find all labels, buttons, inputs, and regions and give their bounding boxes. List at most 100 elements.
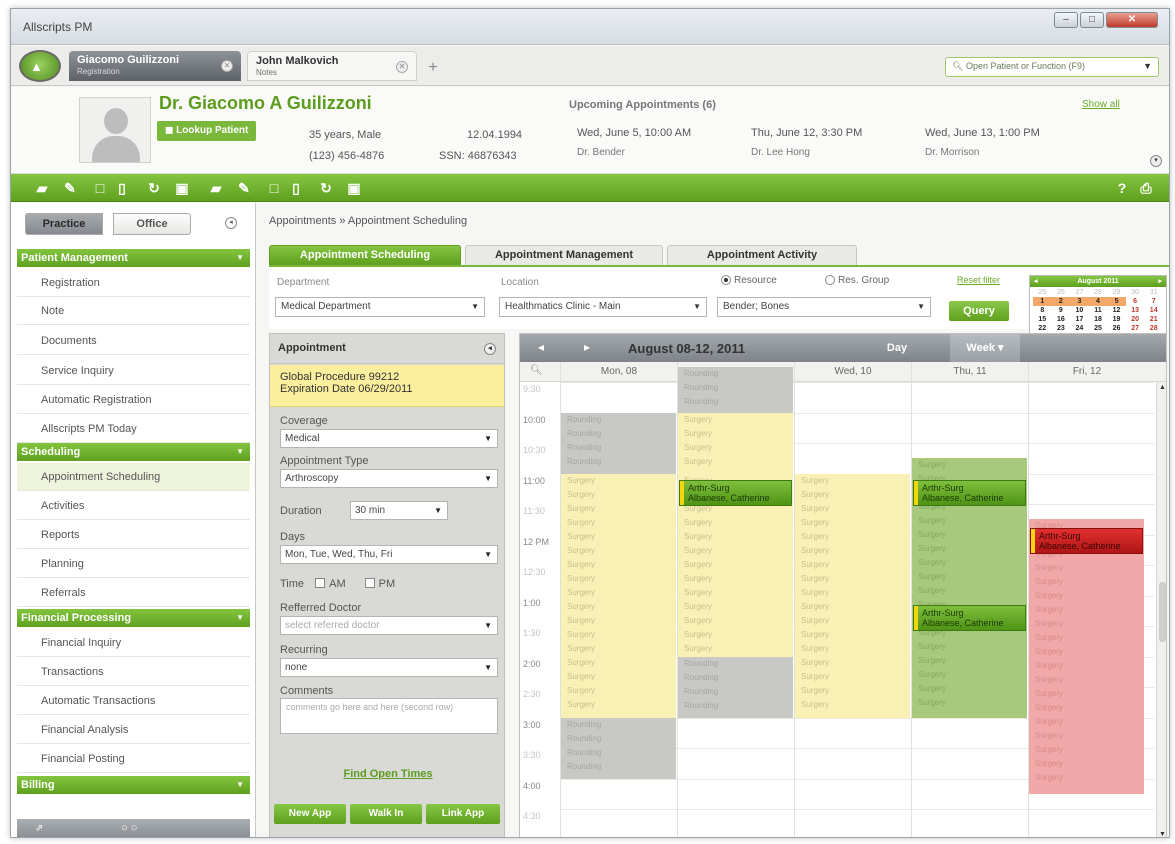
print-icon[interactable]: ⎙: [1137, 179, 1155, 197]
mini-calendar-day[interactable]: 21: [1144, 315, 1163, 324]
collapse-icon[interactable]: ▾: [1150, 155, 1162, 167]
mini-calendar-day[interactable]: 5: [1107, 297, 1126, 306]
folder-icon[interactable]: ▰: [207, 179, 225, 197]
scrollbar-thumb[interactable]: [1159, 582, 1166, 642]
upcoming-appointment-when[interactable]: Wed, June 5, 10:00 AM: [577, 127, 691, 139]
sidebar-item-activities[interactable]: Activities: [17, 492, 250, 520]
mini-calendar-day[interactable]: 6: [1126, 297, 1145, 306]
resize-icon[interactable]: ⇗: [35, 823, 43, 834]
mini-calendar-day[interactable]: 28: [1144, 324, 1163, 333]
mini-calendar-day[interactable]: 25: [1033, 288, 1052, 297]
office-toggle-button[interactable]: Office: [113, 213, 191, 235]
mini-calendar-day[interactable]: 3: [1070, 297, 1089, 306]
schedule-block[interactable]: Surgery Surgery Surgery Surgery Surgery Surge…: [561, 473, 676, 718]
mini-calendar-day[interactable]: 4: [1088, 297, 1108, 306]
card-icon[interactable]: ▣: [345, 179, 363, 197]
pager-dots-icon[interactable]: ○ ○: [121, 822, 137, 834]
duration-select[interactable]: 30 min ▼: [350, 501, 448, 520]
mini-calendar-day[interactable]: 24: [1070, 324, 1089, 333]
tab-close-icon[interactable]: ✕: [396, 61, 408, 73]
tab-appointment-scheduling[interactable]: Appointment Scheduling: [269, 245, 461, 265]
day-header[interactable]: Wed, 10: [794, 362, 911, 382]
mini-calendar-day[interactable]: 17: [1070, 315, 1089, 324]
mini-calendar-day[interactable]: 9: [1052, 306, 1071, 315]
sidebar-item-registration[interactable]: Registration: [17, 269, 250, 297]
mini-calendar-day[interactable]: 11: [1089, 306, 1108, 315]
calendar-grid[interactable]: 9:30 10:00 10:30 11:00 11:30 12 PM 12:30 1:00 1:…: [520, 366, 1166, 837]
mini-calendar-day[interactable]: 15: [1033, 315, 1052, 324]
resource-select[interactable]: Bender; Bones ▼: [717, 297, 931, 317]
window-icon[interactable]: □: [265, 179, 283, 197]
sidebar-item-service-inquiry[interactable]: Service Inquiry: [17, 357, 250, 385]
document-icon[interactable]: ▯: [287, 179, 305, 197]
mini-calendar-day[interactable]: 8: [1033, 306, 1052, 315]
department-select[interactable]: Medical Department ▼: [275, 297, 485, 317]
sidebar-item-documents[interactable]: Documents: [17, 327, 250, 355]
document-icon[interactable]: ▯: [113, 179, 131, 197]
mini-calendar-day[interactable]: 12: [1107, 306, 1126, 315]
scroll-down-icon[interactable]: ▼: [1159, 831, 1166, 837]
edit-icon[interactable]: ✎: [235, 179, 253, 197]
practice-toggle-button[interactable]: Practice: [25, 213, 103, 235]
sidebar-item-referrals[interactable]: Referrals: [17, 579, 250, 607]
add-tab-icon[interactable]: +: [423, 59, 443, 79]
schedule-block[interactable]: Rounding Rounding Rounding: [678, 366, 793, 413]
chevron-down-icon[interactable]: ▼: [1143, 61, 1152, 71]
schedule-block[interactable]: Rounding Rounding Rounding Rounding: [561, 717, 676, 779]
sidebar-item-reports[interactable]: Reports: [17, 521, 250, 549]
mini-calendar-day[interactable]: 1: [1033, 297, 1052, 306]
query-button[interactable]: Query: [949, 301, 1009, 321]
mini-calendar-day[interactable]: 20: [1126, 315, 1145, 324]
tab-appointment-activity[interactable]: Appointment Activity: [667, 245, 857, 265]
folder-icon[interactable]: ▰: [33, 179, 51, 197]
appointment-type-select[interactable]: Arthroscopy ▼: [280, 469, 498, 488]
referred-doctor-select[interactable]: select referred doctor ▼: [280, 616, 498, 635]
schedule-block[interactable]: Surgery Surgery Surgery Surgery Surgery Surge…: [795, 473, 910, 718]
resource-radio[interactable]: Resource: [721, 275, 777, 286]
tab-close-icon[interactable]: ✕: [221, 60, 233, 72]
previous-week-icon[interactable]: ◂: [538, 340, 544, 354]
mini-calendar-day[interactable]: 23: [1052, 324, 1071, 333]
location-select[interactable]: Healthmatics Clinic - Main ▼: [499, 297, 707, 317]
mini-calendar-day[interactable]: 18: [1089, 315, 1108, 324]
am-checkbox[interactable]: [315, 578, 326, 588]
appointment-event[interactable]: Arthr-Surg Albanese, Catherine: [913, 479, 1026, 506]
day-header[interactable]: Thu, 11: [911, 362, 1028, 382]
sidebar-section-patient-management[interactable]: Patient Management ▼: [17, 249, 250, 267]
schedule-block[interactable]: Rounding Rounding Rounding Rounding: [561, 412, 676, 474]
lookup-patient-button[interactable]: ◼ Lookup Patient: [157, 121, 257, 141]
mini-calendar-day[interactable]: 22: [1033, 324, 1052, 333]
pm-checkbox[interactable]: [364, 578, 375, 588]
find-open-times-link[interactable]: Find Open Times: [270, 768, 506, 780]
sidebar-section-financial-processing[interactable]: Financial Processing ▼: [17, 609, 250, 627]
mini-calendar-day[interactable]: 16: [1052, 315, 1071, 324]
refresh-icon[interactable]: ↻: [317, 179, 335, 197]
tab-appointment-management[interactable]: Appointment Management: [465, 245, 663, 265]
mini-calendar-day[interactable]: 26: [1107, 324, 1126, 333]
resource-group-radio[interactable]: Res. Group: [825, 275, 889, 286]
mini-calendar-day[interactable]: 13: [1126, 306, 1145, 315]
mini-calendar-day[interactable]: 28: [1089, 288, 1108, 297]
sidebar-item-note[interactable]: Note: [17, 297, 250, 325]
appointment-event[interactable]: Arthr-Surg Albanese, Catherine: [1030, 528, 1143, 555]
upcoming-appointment-when[interactable]: Wed, June 13, 1:00 PM: [925, 127, 1040, 139]
day-header[interactable]: Mon, 08: [560, 362, 677, 382]
mini-calendar-day[interactable]: 27: [1126, 324, 1145, 333]
window-icon[interactable]: □: [91, 179, 109, 197]
previous-month-icon[interactable]: ◂: [1034, 276, 1038, 287]
mini-calendar-day[interactable]: 14: [1144, 306, 1163, 315]
link-app-button[interactable]: Link App: [426, 804, 500, 824]
sidebar-item-allscripts-pm-today[interactable]: Allscripts PM Today: [17, 415, 250, 443]
mini-calendar-day[interactable]: 7: [1144, 297, 1163, 306]
sidebar-collapse-icon[interactable]: ◂: [225, 217, 237, 229]
patient-tab-giacomo[interactable]: Giacomo Guilizzoni Registration ✕: [69, 51, 241, 81]
refresh-icon[interactable]: ↻: [145, 179, 163, 197]
mini-calendar-day[interactable]: 31: [1144, 288, 1163, 297]
mini-calendar-day[interactable]: 25: [1089, 324, 1108, 333]
sidebar-section-scheduling[interactable]: Scheduling ▼: [17, 443, 250, 461]
show-all-link[interactable]: Show all: [1082, 99, 1120, 110]
sidebar-item-appointment-scheduling[interactable]: Appointment Scheduling: [17, 463, 250, 491]
appointment-event[interactable]: Arthr-Surg Albanese, Catherine: [679, 479, 792, 506]
reset-filter-link[interactable]: Reset filter: [957, 275, 1000, 285]
sidebar-item-financial-inquiry[interactable]: Financial Inquiry: [17, 629, 250, 657]
